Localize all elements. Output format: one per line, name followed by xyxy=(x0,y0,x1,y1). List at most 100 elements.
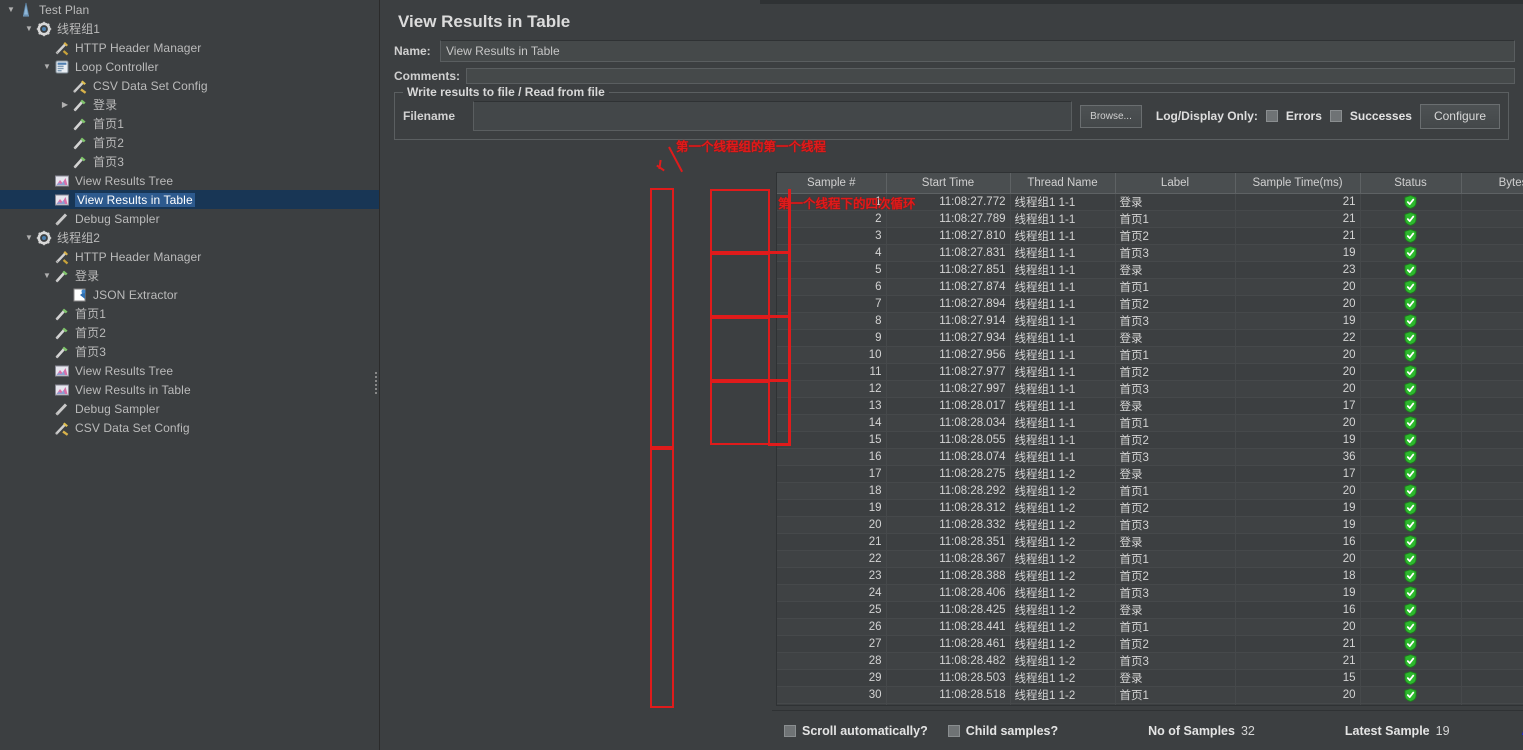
column-header-start-time[interactable]: Start Time xyxy=(886,173,1011,194)
tree-node-11[interactable]: ▼Debug Sampler xyxy=(0,209,379,228)
name-input[interactable] xyxy=(440,40,1515,62)
column-header-status[interactable]: Status xyxy=(1360,173,1462,194)
tree-node-7[interactable]: ▼首页2 xyxy=(0,133,379,152)
scroll-automatically-checkbox[interactable] xyxy=(784,724,796,737)
table-row[interactable]: 1911:08:28.312线程组1 1-2首页2191731459190 xyxy=(777,499,1523,517)
table-row[interactable]: 1611:08:28.074线程组1 1-1首页3361731459360 xyxy=(777,448,1523,466)
test-plan-tree[interactable]: ▼Test Plan▼线程组1▼HTTP Header Manager▼Loop… xyxy=(0,0,380,750)
cell-sample-number: 27 xyxy=(777,635,887,653)
cell-sample-time: 22 xyxy=(1235,329,1361,347)
tree-node-17[interactable]: ▼首页2 xyxy=(0,323,379,342)
tree-node-8[interactable]: ▼首页3 xyxy=(0,152,379,171)
cell-start-time: 11:08:27.772 xyxy=(886,193,1011,211)
comments-input[interactable] xyxy=(466,68,1515,84)
errors-checkbox[interactable] xyxy=(1265,110,1278,122)
column-header-thread-name[interactable]: Thread Name xyxy=(1010,173,1116,194)
tree-node-13[interactable]: ▼HTTP Header Manager xyxy=(0,247,379,266)
tree-node-19[interactable]: ▼View Results Tree xyxy=(0,361,379,380)
tree-node-14[interactable]: ▼ 登录 xyxy=(0,266,379,285)
table-row[interactable]: 2111:08:28.351线程组1 1-2登录161016544160 xyxy=(777,533,1523,551)
browse-button[interactable]: Browse... xyxy=(1080,104,1142,128)
table-row[interactable]: 911:08:27.934线程组1 1-1登录221077544220 xyxy=(777,329,1523,347)
cell-sample-time: 19 xyxy=(1235,431,1361,449)
cell-thread-name: 线程组1 1-2 xyxy=(1010,584,1116,602)
status-shield-icon xyxy=(1360,397,1462,415)
table-row[interactable]: 411:08:27.831线程组1 1-1首页3191731459190 xyxy=(777,244,1523,262)
column-header-bytes[interactable]: Bytes xyxy=(1461,173,1523,194)
tree-node-2[interactable]: ▼HTTP Header Manager xyxy=(0,38,379,57)
tree-node-4[interactable]: ▼CSV Data Set Config xyxy=(0,76,379,95)
cell-sample-time: 20 xyxy=(1235,295,1361,313)
child-samples-checkbox[interactable] xyxy=(947,724,960,737)
tree-node-label: 登录 xyxy=(75,269,100,283)
table-row[interactable]: 2511:08:28.425线程组1 1-2登录161077544160 xyxy=(777,601,1523,619)
tree-node-6[interactable]: ▼首页1 xyxy=(0,114,379,133)
table-row[interactable]: 511:08:27.851线程组1 1-1登录231016544230 xyxy=(777,261,1523,279)
table-row[interactable]: 111:08:27.772线程组1 1-1登录211077388171 xyxy=(777,193,1523,211)
table-row[interactable]: 2211:08:28.367线程组1 1-2首页1201731459200 xyxy=(777,550,1523,568)
table-row[interactable]: 2911:08:28.503线程组1 1-2登录151016544150 xyxy=(777,669,1523,687)
tree-node-3[interactable]: ▼ Loop Controller xyxy=(0,57,379,76)
table-row[interactable]: 811:08:27.914线程组1 1-1首页3191731459190 xyxy=(777,312,1523,330)
table-row[interactable]: 711:08:27.894线程组1 1-1首页2201731459200 xyxy=(777,295,1523,313)
cell-sample-number: 11 xyxy=(777,363,887,381)
cell-start-time: 11:08:28.461 xyxy=(886,635,1011,653)
tree-collapse-icon[interactable]: ▼ xyxy=(40,271,54,280)
tree-node-16[interactable]: ▼首页1 xyxy=(0,304,379,323)
tree-collapse-icon[interactable]: ▼ xyxy=(4,5,18,14)
cell-thread-name: 线程组1 1-2 xyxy=(1010,652,1116,670)
table-row[interactable]: 2411:08:28.406线程组1 1-2首页3191731459190 xyxy=(777,584,1523,602)
column-header-label[interactable]: Label xyxy=(1115,173,1236,194)
tree-collapse-icon[interactable]: ▼ xyxy=(40,62,54,71)
results-table-container[interactable]: Sample # Start Time Thread Name Label Sample… xyxy=(776,172,1523,706)
column-header-sample[interactable]: Sample # xyxy=(777,173,887,194)
table-row[interactable]: 2311:08:28.388线程组1 1-2首页2181731459180 xyxy=(777,567,1523,585)
table-row[interactable]: 611:08:27.874线程组1 1-1首页1201731459200 xyxy=(777,278,1523,296)
tree-node-15[interactable]: ▼JSON Extractor xyxy=(0,285,379,304)
tree-collapse-icon[interactable]: ▼ xyxy=(22,233,36,242)
filename-input[interactable] xyxy=(473,101,1073,131)
tree-node-20[interactable]: ▼View Results in Table xyxy=(0,380,379,399)
table-row[interactable]: 2711:08:28.461线程组1 1-2首页2211731459200 xyxy=(777,635,1523,653)
configure-button[interactable]: Configure xyxy=(1419,103,1500,129)
table-row[interactable]: 2611:08:28.441线程组1 1-2首页1201731459200 xyxy=(777,618,1523,636)
http-sampler-icon xyxy=(72,116,90,132)
table-row[interactable]: 211:08:27.789线程组1 1-1首页1211731459210 xyxy=(777,210,1523,228)
results-table-header-row[interactable]: Sample # Start Time Thread Name Label Sample… xyxy=(777,173,1523,194)
table-row[interactable]: 1111:08:27.977线程组1 1-1首页2201731459200 xyxy=(777,363,1523,381)
tree-node-22[interactable]: ▼CSV Data Set Config xyxy=(0,418,379,437)
table-row[interactable]: 2011:08:28.332线程组1 1-2首页3191731459190 xyxy=(777,516,1523,534)
tree-collapse-icon[interactable]: ▼ xyxy=(22,24,36,33)
cell-label: 首页2 xyxy=(1115,567,1236,585)
table-row[interactable]: 1411:08:28.034线程组1 1-1首页1201731459200 xyxy=(777,414,1523,432)
tree-node-9[interactable]: ▼View Results Tree xyxy=(0,171,379,190)
table-row[interactable]: 1011:08:27.956线程组1 1-1首页1201731459200 xyxy=(777,346,1523,364)
table-row[interactable]: 3011:08:28.518线程组1 1-2首页1201731459200 xyxy=(777,686,1523,704)
tree-node-21[interactable]: ▼Debug Sampler xyxy=(0,399,379,418)
tree-node-0[interactable]: ▼ Test Plan xyxy=(0,0,379,19)
tree-node-1[interactable]: ▼ 线程组1 xyxy=(0,19,379,38)
panel-splitter[interactable] xyxy=(373,370,379,394)
table-row[interactable]: 1211:08:27.997线程组1 1-1首页3201731459200 xyxy=(777,380,1523,398)
cell-start-time: 11:08:27.789 xyxy=(886,210,1011,228)
cell-sample-time: 21 xyxy=(1235,210,1361,228)
tree-node-18[interactable]: ▼首页3 xyxy=(0,342,379,361)
status-shield-icon xyxy=(1360,635,1462,653)
table-row[interactable]: 1711:08:28.275线程组1 1-2登录171077388161 xyxy=(777,465,1523,483)
tree-node-label: Loop Controller xyxy=(75,59,159,74)
table-row[interactable]: 311:08:27.810线程组1 1-1首页2211731459210 xyxy=(777,227,1523,245)
tree-node-12[interactable]: ▼ 线程组2 xyxy=(0,228,379,247)
tree-node-5[interactable]: ▶ 登录 xyxy=(0,95,379,114)
write-results-group: Write results to file / Read from file F… xyxy=(394,85,1509,140)
test-plan-icon xyxy=(18,2,36,18)
table-row[interactable]: 3111:08:28.538线程组1 1-2首页2211731459210 xyxy=(777,703,1523,705)
table-row[interactable]: 1511:08:28.055线程组1 1-1首页2191731459190 xyxy=(777,431,1523,449)
http-sampler-icon xyxy=(54,306,72,322)
tree-node-10[interactable]: ▼View Results in Table xyxy=(0,190,379,209)
successes-checkbox[interactable] xyxy=(1329,110,1342,122)
table-row[interactable]: 1811:08:28.292线程组1 1-2首页1201731459200 xyxy=(777,482,1523,500)
table-row[interactable]: 1311:08:28.017线程组1 1-1登录171016544170 xyxy=(777,397,1523,415)
table-row[interactable]: 2811:08:28.482线程组1 1-2首页3211731459210 xyxy=(777,652,1523,670)
tree-expand-icon[interactable]: ▶ xyxy=(58,100,72,109)
column-header-sample-time-ms[interactable]: Sample Time(ms) xyxy=(1235,173,1361,194)
